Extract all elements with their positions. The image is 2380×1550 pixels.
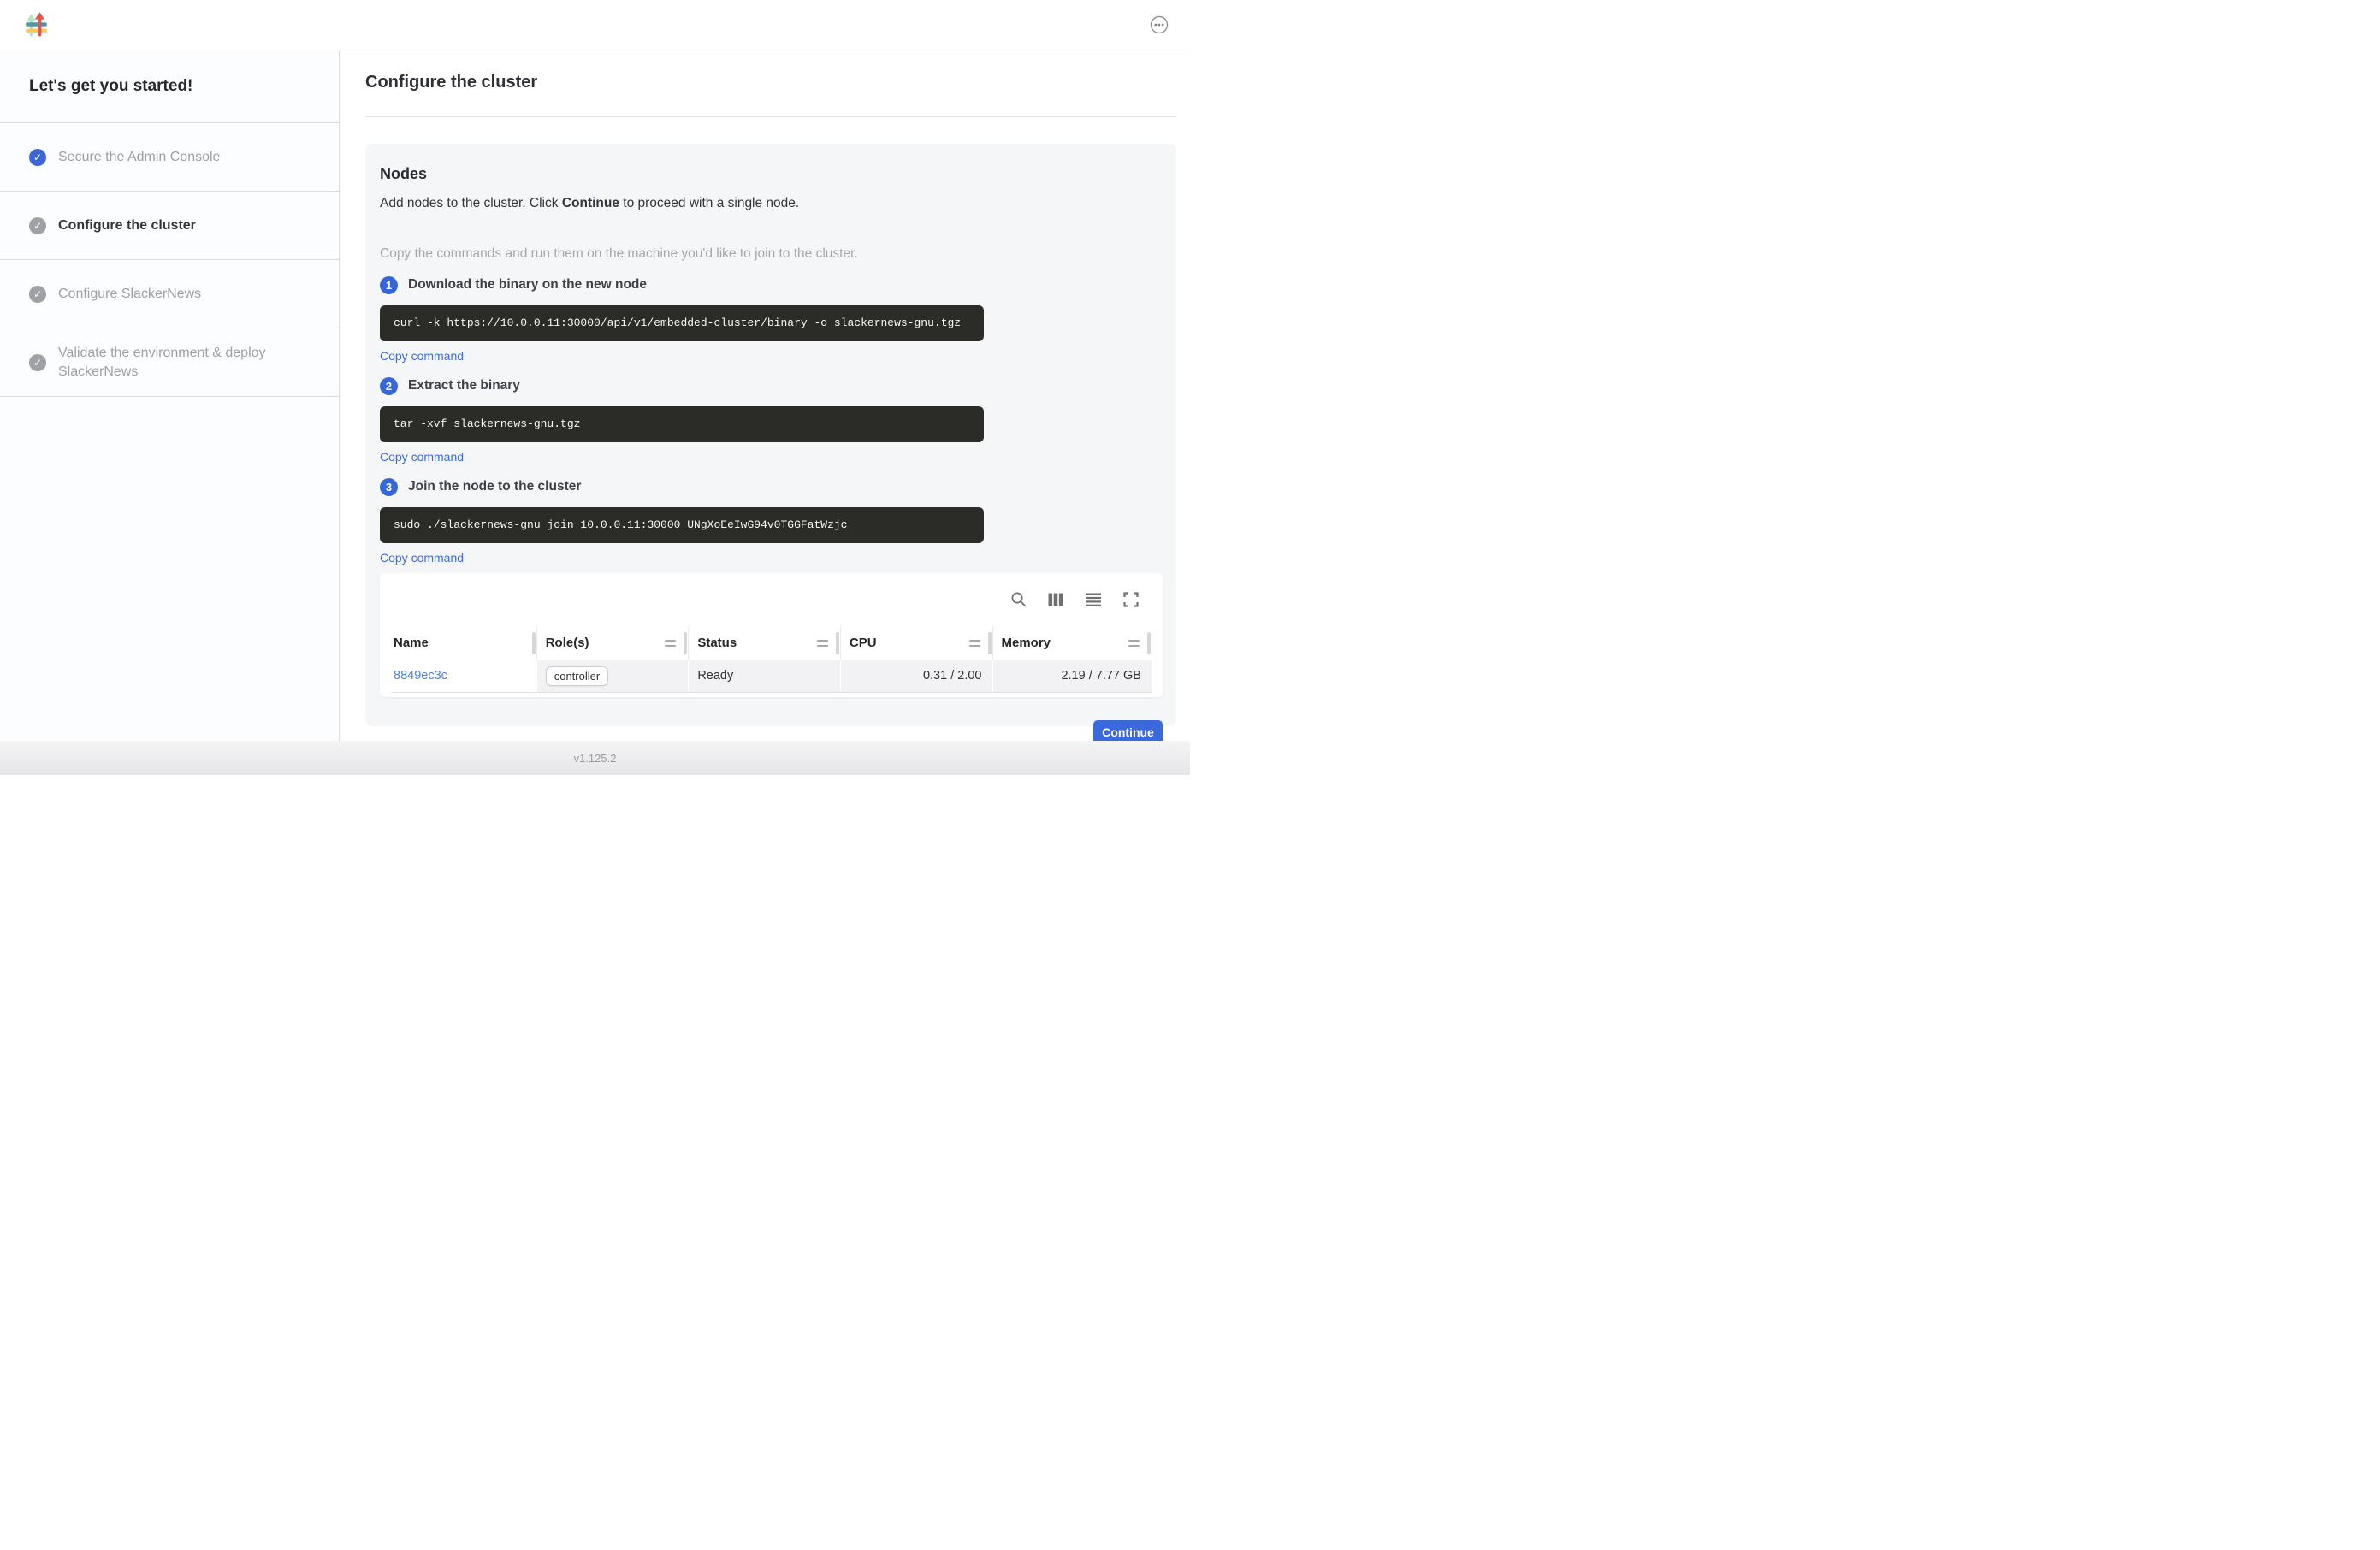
continue-button[interactable]: Continue (1093, 720, 1163, 742)
copy-command-link-1[interactable]: Copy command (380, 349, 464, 363)
column-resize-handle[interactable] (836, 632, 839, 654)
column-resize-handle[interactable] (1147, 632, 1151, 654)
table-columns-button[interactable] (1047, 591, 1064, 608)
step-label: Secure the Admin Console (58, 148, 220, 167)
node-cpu-cell: 0.31 / 2.00 (840, 660, 992, 692)
nodes-intro-text: Add nodes to the cluster. Click Continue… (380, 195, 1163, 212)
column-label: Name (394, 636, 429, 650)
table-row: 8849ec3c controller Ready 0.31 / 2.00 2.… (392, 660, 1152, 693)
command-step-title: Extract the binary (408, 378, 520, 393)
column-label: Memory (1002, 636, 1051, 650)
node-roles-cell: controller (536, 660, 689, 692)
command-step-1-header: 1 Download the binary on the new node (380, 276, 1163, 294)
version-label: v1.125.2 (574, 752, 617, 765)
title-divider (365, 116, 1176, 117)
sidebar-title: Let's get you started! (0, 50, 339, 123)
column-drag-icon[interactable] (665, 640, 676, 647)
column-label: Status (697, 636, 737, 650)
page-title: Configure the cluster (365, 72, 1176, 92)
nodes-card: Nodes Add nodes to the cluster. Click Co… (365, 144, 1176, 726)
column-resize-handle[interactable] (684, 632, 687, 654)
table-search-button[interactable] (1009, 591, 1027, 608)
show-columns-icon (1048, 593, 1063, 606)
search-icon (1010, 591, 1027, 607)
app-window: Let's get you started! ✓ Secure the Admi… (0, 0, 1190, 775)
step-label: Configure SlackerNews (58, 285, 201, 304)
check-circle-icon: ✓ (29, 217, 46, 234)
card-actions: Continue (380, 720, 1163, 742)
node-status-cell: Ready (688, 660, 840, 692)
sidebar-item-validate-deploy[interactable]: ✓ Validate the environment & deploy Slac… (0, 328, 339, 397)
role-badge: controller (546, 666, 608, 686)
step-number-badge: 1 (380, 276, 398, 294)
table-header-row: Name Role(s) Status (392, 626, 1152, 660)
check-circle-icon: ✓ (29, 286, 46, 303)
command-step-title: Join the node to the cluster (408, 479, 581, 494)
step-number-badge: 3 (380, 478, 398, 496)
extract-binary-command-block: tar -xvf slackernews-gnu.tgz (380, 406, 984, 442)
command-step-3-header: 3 Join the node to the cluster (380, 478, 1163, 496)
column-drag-icon[interactable] (969, 640, 980, 647)
step-label: Validate the environment & deploy Slacke… (58, 344, 306, 381)
sidebar-item-configure-slackernews[interactable]: ✓ Configure SlackerNews (0, 260, 339, 328)
nodes-table-card: Name Role(s) Status (380, 573, 1163, 697)
top-bar (0, 0, 1190, 50)
overflow-menu-button[interactable] (1150, 15, 1169, 34)
column-header-memory[interactable]: Memory (992, 626, 1152, 660)
step-label: Configure the cluster (58, 216, 196, 235)
step-number-badge: 2 (380, 377, 398, 395)
table-density-button[interactable] (1085, 591, 1102, 608)
column-resize-handle[interactable] (988, 632, 992, 654)
download-binary-command-block: curl -k https://10.0.0.11:30000/api/v1/e… (380, 305, 984, 341)
column-drag-icon[interactable] (817, 640, 828, 647)
sidebar-item-configure-cluster[interactable]: ✓ Configure the cluster (0, 192, 339, 260)
nodes-heading: Nodes (380, 164, 1163, 183)
command-step-title: Download the binary on the new node (408, 277, 647, 293)
density-icon (1086, 593, 1101, 606)
column-header-status[interactable]: Status (688, 626, 840, 660)
slackernews-logo-icon (25, 12, 48, 38)
check-circle-icon: ✓ (29, 354, 46, 371)
column-label: CPU (850, 636, 877, 650)
column-resize-handle[interactable] (532, 632, 536, 654)
node-memory-cell: 2.19 / 7.77 GB (992, 660, 1152, 692)
ellipsis-circle-icon (1150, 15, 1169, 34)
copy-command-link-3[interactable]: Copy command (380, 551, 464, 565)
check-circle-icon: ✓ (29, 149, 46, 166)
column-header-roles[interactable]: Role(s) (536, 626, 689, 660)
copy-command-link-2[interactable]: Copy command (380, 450, 464, 464)
join-node-command-block: sudo ./slackernews-gnu join 10.0.0.11:30… (380, 507, 984, 543)
table-toolbar (392, 573, 1152, 626)
app-footer: v1.125.2 (0, 741, 1190, 775)
node-name-cell: 8849ec3c (392, 660, 536, 692)
command-step-2-header: 2 Extract the binary (380, 377, 1163, 395)
column-drag-icon[interactable] (1128, 640, 1140, 647)
sidebar-item-secure-admin-console[interactable]: ✓ Secure the Admin Console (0, 123, 339, 192)
node-name-link[interactable]: 8849ec3c (394, 669, 447, 683)
setup-steps-sidebar: Let's get you started! ✓ Secure the Admi… (0, 50, 340, 741)
table-fullscreen-button[interactable] (1122, 591, 1140, 608)
fullscreen-icon (1123, 592, 1139, 607)
column-label: Role(s) (546, 636, 589, 650)
join-instructions-text: Copy the commands and run them on the ma… (380, 246, 1163, 263)
column-header-name[interactable]: Name (392, 626, 536, 660)
main-content: Configure the cluster Nodes Add nodes to… (340, 50, 1190, 741)
column-header-cpu[interactable]: CPU (840, 626, 992, 660)
